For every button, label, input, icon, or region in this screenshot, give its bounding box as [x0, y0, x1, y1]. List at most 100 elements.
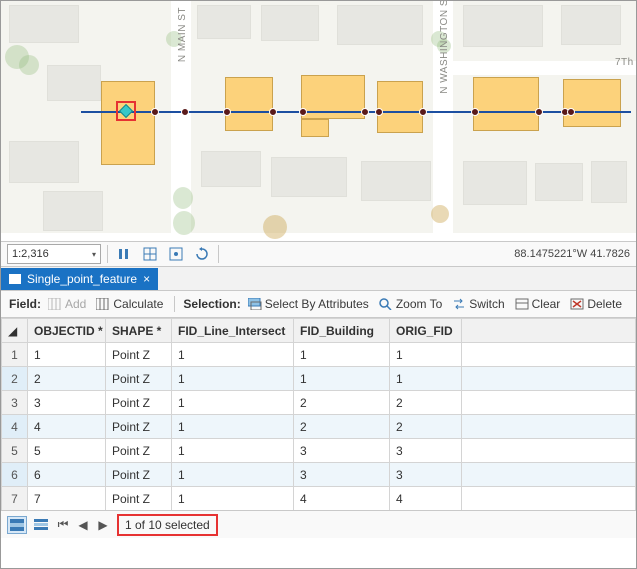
cell-fid-line[interactable]: 1 [172, 367, 294, 391]
switch-button[interactable]: Switch [449, 295, 507, 313]
column-header[interactable]: OBJECTID * [28, 319, 106, 343]
cell-orig-fid[interactable]: 1 [390, 367, 462, 391]
show-all-view-button[interactable] [7, 516, 27, 534]
table-tab-bar: Single_point_feature × [1, 267, 636, 291]
cell-fid-line[interactable]: 1 [172, 463, 294, 487]
chevron-down-icon: ▾ [92, 250, 96, 259]
table-row[interactable]: 77Point Z144 [2, 487, 636, 511]
delete-button[interactable]: Delete [567, 295, 625, 313]
cell-objectid[interactable]: 6 [28, 463, 106, 487]
cell-shape[interactable]: Point Z [106, 391, 172, 415]
cell-fid-line[interactable]: 1 [172, 487, 294, 511]
calculate-button[interactable]: Calculate [93, 295, 166, 313]
cell-orig-fid[interactable]: 1 [390, 343, 462, 367]
row-header[interactable]: 2 [2, 367, 28, 391]
prev-record-button[interactable]: ◀ [75, 518, 91, 532]
cell-fid-building[interactable]: 1 [294, 367, 390, 391]
attribute-table[interactable]: ◢ OBJECTID * SHAPE * FID_Line_Intersect … [1, 318, 636, 510]
grid-icon[interactable] [140, 244, 160, 264]
cell-shape[interactable]: Point Z [106, 487, 172, 511]
first-record-button[interactable]: ⏮ [55, 517, 71, 532]
pause-icon[interactable] [114, 244, 134, 264]
cell-spacer [462, 367, 636, 391]
table-footer: ⏮ ◀ ▶ 1 of 10 selected [1, 510, 636, 538]
cell-fid-building[interactable]: 1 [294, 343, 390, 367]
street-label-washington: N WASHINGTON S [439, 1, 450, 94]
cell-fid-building[interactable]: 3 [294, 439, 390, 463]
table-row[interactable]: 33Point Z122 [2, 391, 636, 415]
cell-spacer [462, 391, 636, 415]
table-tab[interactable]: Single_point_feature × [1, 268, 158, 290]
map-canvas[interactable]: N MAIN ST N WASHINGTON S 7Th [1, 1, 636, 241]
cell-orig-fid[interactable]: 3 [390, 463, 462, 487]
row-header[interactable]: 1 [2, 343, 28, 367]
cell-objectid[interactable]: 2 [28, 367, 106, 391]
cell-orig-fid[interactable]: 4 [390, 487, 462, 511]
table-toolbar: Field: Add Calculate Selection: Select B… [1, 291, 636, 318]
table-row[interactable]: 11Point Z111 [2, 343, 636, 367]
snapping-icon[interactable] [166, 244, 186, 264]
clear-button[interactable]: Clear [512, 295, 564, 313]
coordinates-readout: 88.1475221°W 41.7826 [514, 248, 630, 260]
table-row[interactable]: 55Point Z133 [2, 439, 636, 463]
row-header[interactable]: 5 [2, 439, 28, 463]
cell-fid-building[interactable]: 2 [294, 415, 390, 439]
show-selected-view-button[interactable] [31, 516, 51, 534]
column-header[interactable]: SHAPE * [106, 319, 172, 343]
row-header[interactable]: 3 [2, 391, 28, 415]
cell-fid-line[interactable]: 1 [172, 343, 294, 367]
cell-objectid[interactable]: 4 [28, 415, 106, 439]
cell-spacer [462, 439, 636, 463]
scale-dropdown[interactable]: 1:2,316 ▾ [7, 244, 101, 264]
row-header[interactable]: 6 [2, 463, 28, 487]
column-header[interactable]: ORIG_FID [390, 319, 462, 343]
cell-fid-line[interactable]: 1 [172, 391, 294, 415]
select-by-attributes-button[interactable]: Select By Attributes [245, 295, 372, 313]
street-label-7th: 7Th [615, 57, 634, 68]
cell-shape[interactable]: Point Z [106, 463, 172, 487]
selected-point-marker [116, 101, 136, 121]
cell-objectid[interactable]: 3 [28, 391, 106, 415]
map-status-bar: 1:2,316 ▾ 88.1475221°W 41.7826 [1, 241, 636, 267]
cell-orig-fid[interactable]: 2 [390, 415, 462, 439]
cell-spacer [462, 463, 636, 487]
cell-fid-building[interactable]: 4 [294, 487, 390, 511]
table-row[interactable]: 22Point Z111 [2, 367, 636, 391]
cell-fid-building[interactable]: 2 [294, 391, 390, 415]
divider [107, 245, 108, 263]
cell-orig-fid[interactable]: 3 [390, 439, 462, 463]
cell-objectid[interactable]: 7 [28, 487, 106, 511]
cell-spacer [462, 487, 636, 511]
cell-fid-line[interactable]: 1 [172, 439, 294, 463]
cell-objectid[interactable]: 5 [28, 439, 106, 463]
cell-fid-line[interactable]: 1 [172, 415, 294, 439]
column-header[interactable]: FID_Line_Intersect [172, 319, 294, 343]
column-header[interactable]: FID_Building [294, 319, 390, 343]
cell-spacer [462, 415, 636, 439]
cell-objectid[interactable]: 1 [28, 343, 106, 367]
select-all-corner[interactable]: ◢ [2, 319, 28, 343]
selected-building [473, 77, 539, 131]
row-header[interactable]: 7 [2, 487, 28, 511]
cell-shape[interactable]: Point Z [106, 439, 172, 463]
cell-spacer [462, 343, 636, 367]
cell-shape[interactable]: Point Z [106, 343, 172, 367]
cell-shape[interactable]: Point Z [106, 415, 172, 439]
zoom-to-button[interactable]: Zoom To [376, 295, 445, 313]
street-label-main: N MAIN ST [177, 7, 188, 62]
divider [218, 245, 219, 263]
field-label: Field: [9, 297, 41, 311]
table-icon [9, 274, 21, 284]
intersect-line [81, 111, 631, 113]
cell-shape[interactable]: Point Z [106, 367, 172, 391]
add-field-button[interactable]: Add [45, 295, 89, 313]
cell-orig-fid[interactable]: 2 [390, 391, 462, 415]
cell-fid-building[interactable]: 3 [294, 463, 390, 487]
table-row[interactable]: 44Point Z122 [2, 415, 636, 439]
row-header[interactable]: 4 [2, 415, 28, 439]
refresh-icon[interactable] [192, 244, 212, 264]
tab-title: Single_point_feature [27, 272, 137, 286]
next-record-button[interactable]: ▶ [95, 518, 111, 532]
table-row[interactable]: 66Point Z133 [2, 463, 636, 487]
close-icon[interactable]: × [143, 272, 150, 286]
